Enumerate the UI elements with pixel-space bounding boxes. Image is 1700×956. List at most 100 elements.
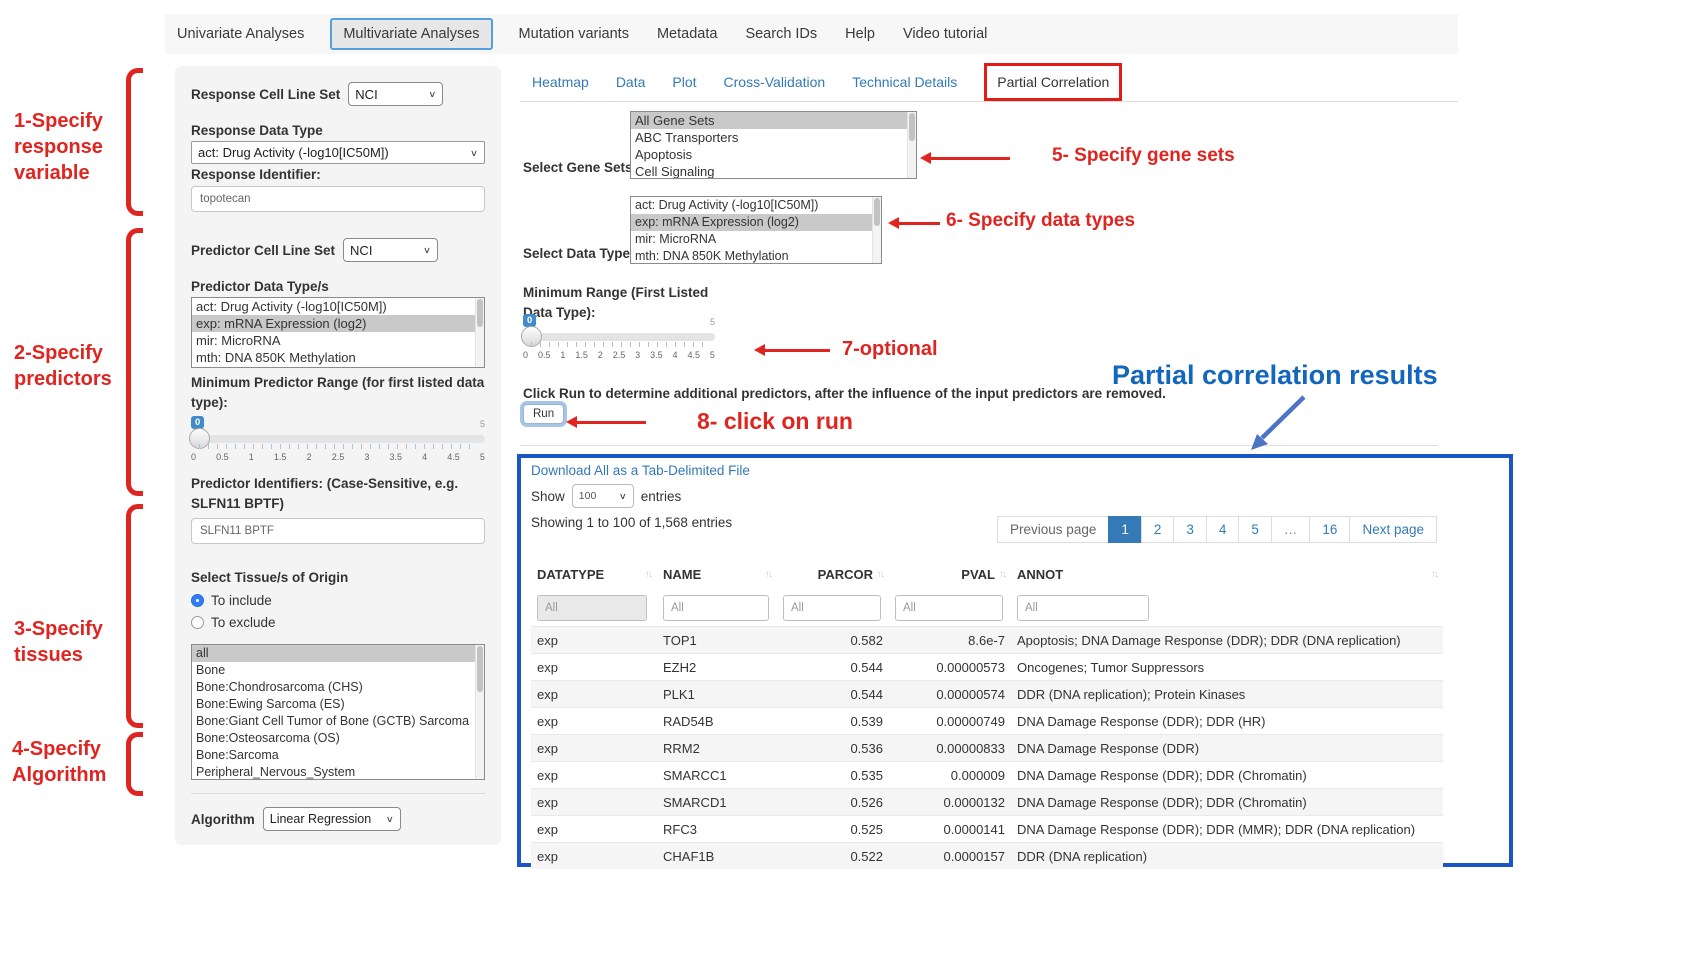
slider-tick-marks [199, 444, 477, 449]
page-size-select[interactable]: 100 [572, 484, 634, 508]
col-pval[interactable]: PVAL [961, 567, 995, 582]
algorithm-label: Algorithm [191, 812, 255, 827]
listbox-option[interactable]: Bone [192, 662, 475, 679]
download-link[interactable]: Download All as a Tab-Delimited File [531, 463, 750, 478]
run-button[interactable]: Run [523, 404, 564, 424]
pagination-previous[interactable]: Previous page [997, 516, 1109, 543]
table-row[interactable]: expRFC30.5250.0000141DNA Damage Response… [531, 815, 1443, 842]
scrollbar-thumb[interactable] [874, 198, 880, 226]
pagination-page-current[interactable]: 1 [1108, 516, 1142, 543]
scrollbar[interactable] [475, 645, 484, 779]
sort-icon[interactable]: ↑↓ [645, 569, 651, 580]
filter-name-input[interactable] [663, 595, 769, 621]
nav-mutation-variants[interactable]: Mutation variants [517, 20, 631, 48]
scrollbar-thumb[interactable] [477, 646, 483, 692]
listbox-option[interactable]: Bone:Chondrosarcoma (CHS) [192, 679, 475, 696]
tab-partial-correlation[interactable]: Partial Correlation [984, 63, 1122, 101]
col-name[interactable]: NAME [663, 567, 701, 582]
scrollbar-thumb[interactable] [477, 299, 483, 327]
filter-datatype-input[interactable] [537, 595, 647, 621]
sort-icon[interactable]: ↑↓ [877, 569, 883, 580]
listbox-option[interactable]: Bone:Ewing Sarcoma (ES) [192, 696, 475, 713]
listbox-option[interactable]: mir: MicroRNA [631, 231, 872, 248]
nav-help[interactable]: Help [843, 20, 877, 48]
listbox-option[interactable]: Cell Signaling [631, 163, 907, 179]
table-row[interactable]: expPLK10.5440.00000574DDR (DNA replicati… [531, 680, 1443, 707]
listbox-option[interactable]: Bone:Giant Cell Tumor of Bone (GCTB) Sar… [192, 713, 475, 730]
annotation-step7: 7-optional [842, 336, 938, 362]
listbox-option-selected[interactable]: All Gene Sets [631, 112, 907, 129]
filter-pval-input[interactable] [895, 595, 1003, 621]
scrollbar[interactable] [475, 298, 484, 367]
col-datatype[interactable]: DATATYPE [537, 567, 604, 582]
listbox-option-selected[interactable]: exp: mRNA Expression (log2) [631, 214, 872, 231]
response-data-type-select[interactable]: act: Drug Activity (-log10[IC50M]) [191, 141, 485, 164]
algorithm-select[interactable]: Linear Regression [263, 807, 401, 831]
table-row[interactable]: expTOP10.5828.6e-7Apoptosis; DNA Damage … [531, 626, 1443, 653]
listbox-option[interactable]: act: Drug Activity (-log10[IC50M]) [631, 197, 872, 214]
pagination-page[interactable]: 4 [1206, 516, 1240, 543]
table-row[interactable]: expRAD54B0.5390.00000749DNA Damage Respo… [531, 707, 1443, 734]
scrollbar[interactable] [872, 197, 881, 263]
radio-include[interactable] [191, 594, 204, 607]
nav-univariate-analyses[interactable]: Univariate Analyses [175, 20, 306, 48]
radio-row-exclude[interactable]: To exclude [191, 615, 485, 630]
radio-exclude[interactable] [191, 616, 204, 629]
min-predictor-range-slider[interactable]: 0 5 00.511.522.533.544.55 [191, 416, 485, 466]
filter-annot-input[interactable] [1017, 595, 1149, 621]
tab-technical-details[interactable]: Technical Details [852, 74, 957, 90]
listbox-option-selected[interactable]: all [192, 645, 475, 662]
slider-tick-marks [531, 342, 707, 347]
data-types-listbox[interactable]: act: Drug Activity (-log10[IC50M]) exp: … [630, 196, 882, 264]
listbox-option[interactable]: mth: DNA 850K Methylation [192, 349, 475, 366]
listbox-option[interactable]: act: Drug Activity (-log10[IC50M]) [192, 298, 475, 315]
listbox-option[interactable]: Bone:Sarcoma [192, 747, 475, 764]
slider-track[interactable] [523, 333, 715, 341]
table-row[interactable]: expCHAF1B0.5220.0000157DDR (DNA replicat… [531, 842, 1443, 869]
predictor-data-types-label: Predictor Data Type/s [191, 279, 485, 294]
sort-icon[interactable]: ↑↓ [765, 569, 771, 580]
minimum-range-slider[interactable]: 0 5 00.511.522.533.544.55 [523, 314, 715, 364]
pagination-page[interactable]: 2 [1141, 516, 1175, 543]
listbox-option[interactable]: Apoptosis [631, 146, 907, 163]
listbox-option[interactable]: Bone:Osteosarcoma (OS) [192, 730, 475, 747]
slider-track[interactable] [191, 435, 485, 443]
listbox-option[interactable]: mir: MicroRNA [192, 332, 475, 349]
predictor-identifiers-input[interactable] [191, 518, 485, 544]
filter-parcor-input[interactable] [783, 595, 881, 621]
tab-data[interactable]: Data [616, 74, 646, 90]
predictor-cell-line-set-select[interactable]: NCI [343, 238, 438, 262]
scrollbar-thumb[interactable] [909, 113, 915, 141]
response-data-type-label: Response Data Type [191, 123, 485, 138]
listbox-option[interactable]: mth: DNA 850K Methylation [631, 248, 872, 264]
response-cell-line-set-select[interactable]: NCI [348, 82, 443, 106]
listbox-option-selected[interactable]: exp: mRNA Expression (log2) [192, 315, 475, 332]
nav-multivariate-analyses[interactable]: Multivariate Analyses [330, 18, 492, 50]
col-parcor[interactable]: PARCOR [818, 567, 873, 582]
listbox-option[interactable]: Peripheral_Nervous_System [192, 764, 475, 780]
gene-sets-listbox[interactable]: All Gene Sets ABC Transporters Apoptosis… [630, 111, 917, 179]
tab-plot[interactable]: Plot [672, 74, 696, 90]
sort-icon[interactable]: ↑↓ [999, 569, 1005, 580]
nav-video-tutorial[interactable]: Video tutorial [901, 20, 989, 48]
listbox-option[interactable]: ABC Transporters [631, 129, 907, 146]
pagination-page[interactable]: 5 [1238, 516, 1272, 543]
response-identifier-input[interactable] [191, 186, 485, 212]
nav-search-ids[interactable]: Search IDs [743, 20, 819, 48]
sort-icon[interactable]: ↑↓ [1431, 569, 1437, 580]
tissue-listbox[interactable]: all Bone Bone:Chondrosarcoma (CHS) Bone:… [191, 644, 485, 780]
tab-cross-validation[interactable]: Cross-Validation [724, 74, 826, 90]
nav-metadata[interactable]: Metadata [655, 20, 719, 48]
table-row[interactable]: expSMARCD10.5260.0000132DNA Damage Respo… [531, 788, 1443, 815]
scrollbar[interactable] [907, 112, 916, 178]
col-annot[interactable]: ANNOT [1017, 567, 1063, 582]
tab-heatmap[interactable]: Heatmap [532, 74, 589, 90]
table-row[interactable]: expSMARCC10.5350.000009DNA Damage Respon… [531, 761, 1443, 788]
pagination-next[interactable]: Next page [1349, 516, 1437, 543]
table-row[interactable]: expRRM20.5360.00000833DNA Damage Respons… [531, 734, 1443, 761]
predictor-data-types-listbox[interactable]: act: Drug Activity (-log10[IC50M]) exp: … [191, 297, 485, 368]
radio-row-include[interactable]: To include [191, 593, 485, 608]
pagination-page[interactable]: 16 [1309, 516, 1350, 543]
pagination-page[interactable]: 3 [1173, 516, 1207, 543]
table-row[interactable]: expEZH20.5440.00000573Oncogenes; Tumor S… [531, 653, 1443, 680]
